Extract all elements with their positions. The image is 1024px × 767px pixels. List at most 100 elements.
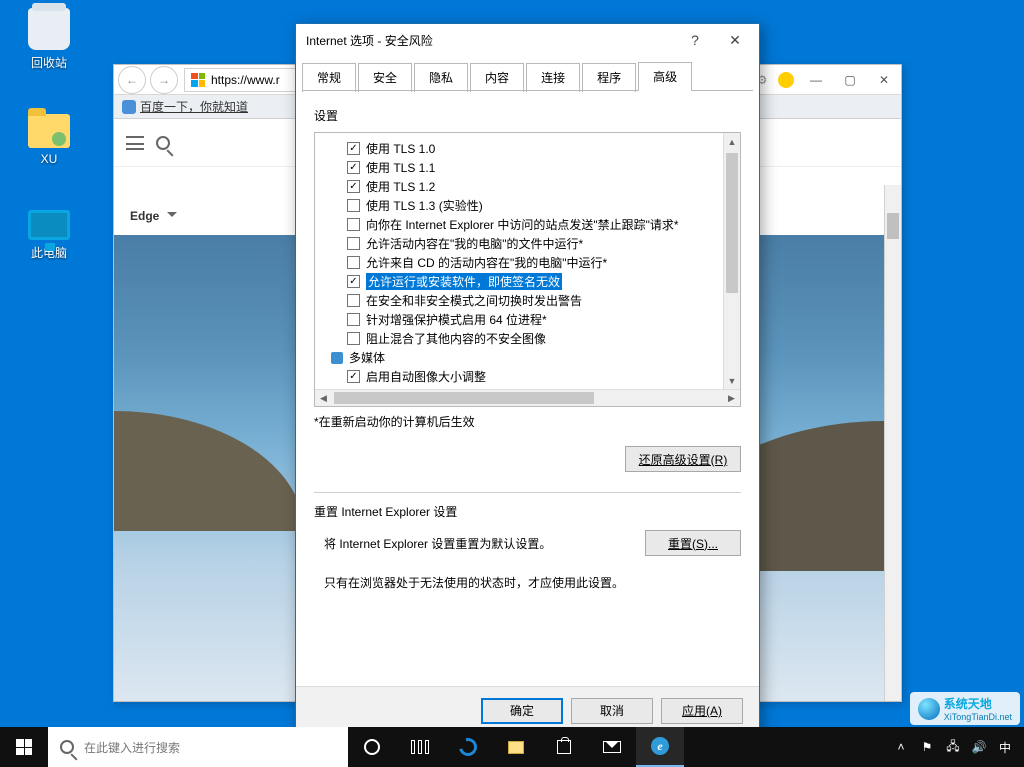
task-view-button[interactable] [396,727,444,767]
checkbox[interactable] [347,218,360,231]
checkbox[interactable] [347,313,360,326]
checkbox[interactable] [347,237,360,250]
restore-advanced-button[interactable]: 还原高级设置(R) [625,446,741,472]
setting-item[interactable]: 阻止混合了其他内容的不安全图像 [325,329,723,348]
settings-footnote: *在重新启动你的计算机后生效 [314,413,741,430]
scroll-down-icon[interactable]: ▼ [724,372,740,389]
this-pc[interactable]: 此电脑 [12,210,86,261]
tray-volume-icon[interactable]: 🔊 [966,727,992,767]
browser-scrollbar[interactable] [884,185,901,701]
task-icons [348,727,684,767]
tab-5[interactable]: 程序 [582,63,636,92]
setting-item[interactable]: 向你在 Internet Explorer 中访问的站点发送"禁止跟踪"请求* [325,215,723,234]
close-button[interactable]: ✕ [867,65,901,95]
checkbox[interactable] [347,142,360,155]
tray-overflow[interactable]: ˄ [888,727,914,767]
settings-tree-inner[interactable]: 使用 TLS 1.0使用 TLS 1.1使用 TLS 1.2使用 TLS 1.3… [315,133,723,389]
setting-item[interactable]: 允许来自 CD 的活动内容在"我的电脑"中运行* [325,253,723,272]
setting-item[interactable]: 允许运行或安装软件，即使签名无效 [325,272,723,291]
windows-logo-icon [16,739,32,755]
baidu-icon [122,100,136,114]
dialog-close-button[interactable]: ✕ [715,26,755,54]
setting-item[interactable]: 允许活动内容在"我的电脑"的文件中运行* [325,234,723,253]
setting-item[interactable]: 使用 TLS 1.1 [325,158,723,177]
globe-icon [918,698,940,720]
scrollbar-thumb[interactable] [887,213,899,239]
tree-vthumb[interactable] [726,153,738,293]
setting-label: 允许运行或安装软件，即使签名无效 [366,273,562,290]
feedback-icon[interactable] [775,69,797,91]
recycle-bin[interactable]: 回收站 [12,8,86,71]
reset-button[interactable]: 重置(S)... [645,530,741,556]
dialog-tabs: 常规安全隐私内容连接程序高级 [296,56,759,91]
section-heading[interactable]: Edge [130,207,177,223]
checkbox[interactable] [347,199,360,212]
checkbox[interactable] [347,256,360,269]
reset-text: 将 Internet Explorer 设置重置为默认设置。 [324,535,551,552]
setting-item[interactable]: 启用自动图像大小调整 [325,367,723,386]
show-desktop[interactable] [1018,727,1024,767]
tab-0[interactable]: 常规 [302,63,356,92]
tree-hscrollbar[interactable]: ◀ ▶ [315,389,740,406]
search-icon[interactable] [156,136,170,150]
tray-network-icon[interactable]: 🖧 [940,727,966,767]
user-folder[interactable]: XU [12,114,86,166]
user-folder-label: XU [41,152,58,166]
ok-button[interactable]: 确定 [481,698,563,724]
explorer-button[interactable] [492,727,540,767]
minimize-button[interactable]: — [799,65,833,95]
tree-hthumb[interactable] [332,390,723,406]
setting-item[interactable]: 在安全和非安全模式之间切换时发出警告 [325,291,723,310]
tab-3[interactable]: 内容 [470,63,524,92]
checkbox[interactable] [347,161,360,174]
setting-item[interactable]: 使用 TLS 1.0 [325,139,723,158]
setting-label: 允许来自 CD 的活动内容在"我的电脑"中运行* [366,254,607,271]
tree-vscrollbar[interactable]: ▲ ▼ [723,133,740,389]
watermark-name: 系统天地 [944,695,1012,712]
setting-item[interactable]: 针对增强保护模式启用 64 位进程* [325,310,723,329]
bookmark-baidu[interactable]: 百度一下，你就知道 [122,98,248,115]
mail-button[interactable] [588,727,636,767]
help-button[interactable]: ? [675,26,715,54]
internet-options-dialog: Internet 选项 - 安全风险 ? ✕ 常规安全隐私内容连接程序高级 设置… [295,23,760,735]
tab-6[interactable]: 高级 [638,62,692,91]
checkbox[interactable] [347,180,360,193]
cortana-button[interactable] [348,727,396,767]
ie-button[interactable] [636,727,684,767]
back-button[interactable]: ← [118,66,146,94]
tab-1[interactable]: 安全 [358,63,412,92]
watermark: 系统天地 XiTongTianDi.net [910,692,1020,725]
apply-button[interactable]: 应用(A) [661,698,743,724]
menu-icon[interactable] [126,136,144,150]
checkbox[interactable] [347,332,360,345]
setting-item[interactable]: 使用 TLS 1.3 (实验性) [325,196,723,215]
scroll-up-icon[interactable]: ▲ [724,133,740,150]
taskbar: 在此键入进行搜索 ˄ ⚑ 🖧 🔊 中 [0,727,1024,767]
tab-2[interactable]: 隐私 [414,63,468,92]
store-button[interactable] [540,727,588,767]
tray-security-icon[interactable]: ⚑ [914,727,940,767]
maximize-button[interactable]: ▢ [833,65,867,95]
setting-label: 阻止混合了其他内容的不安全图像 [366,330,546,347]
scroll-left-icon[interactable]: ◀ [315,390,332,406]
cancel-button[interactable]: 取消 [571,698,653,724]
folder-icon [28,114,70,148]
checkbox[interactable] [347,294,360,307]
setting-label: 使用 TLS 1.1 [366,159,435,176]
recycle-bin-icon [28,8,70,50]
group-multimedia[interactable]: 多媒体 [325,348,723,367]
checkbox[interactable] [347,370,360,383]
recycle-bin-label: 回收站 [31,54,67,71]
desktop: 回收站 XU 此电脑 ← → https://www.r ⌂ ☆ ⚙ — ▢ ✕ [0,0,1024,767]
setting-item[interactable]: 使用 TLS 1.2 [325,177,723,196]
forward-button[interactable]: → [150,66,178,94]
system-tray: ˄ ⚑ 🖧 🔊 中 [888,727,1024,767]
taskbar-search[interactable]: 在此键入进行搜索 [48,727,348,767]
scroll-right-icon[interactable]: ▶ [723,390,740,406]
multimedia-icon [331,352,343,364]
start-button[interactable] [0,727,48,767]
edge-button[interactable] [444,727,492,767]
tray-ime[interactable]: 中 [992,727,1018,767]
checkbox[interactable] [347,275,360,288]
tab-4[interactable]: 连接 [526,63,580,92]
